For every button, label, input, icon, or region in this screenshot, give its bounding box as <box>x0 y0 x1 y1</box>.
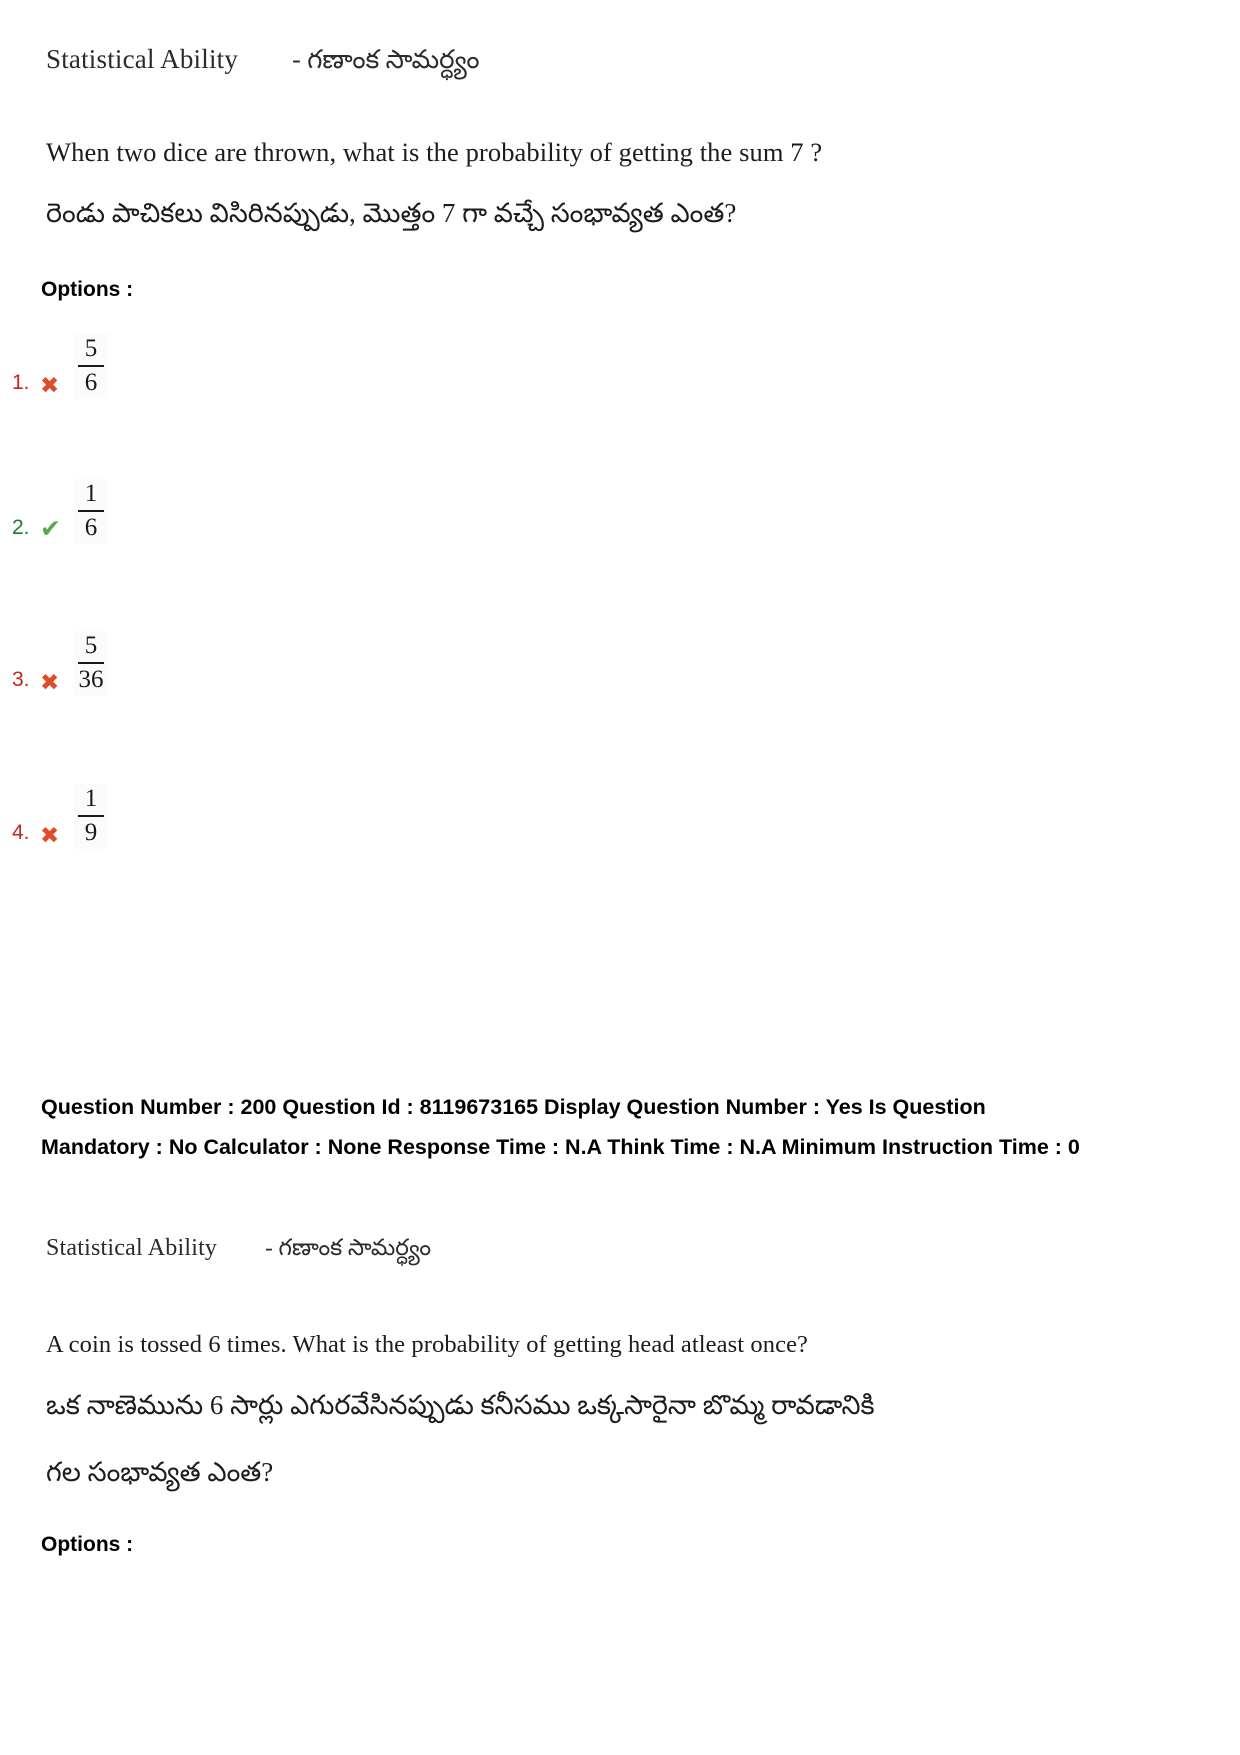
check-icon: ✔ <box>40 515 61 543</box>
question1-subject-english: Statistical Ability <box>46 44 239 74</box>
fraction-denominator: 9 <box>84 819 98 847</box>
question1-subject-telugu: - గణాంక సామర్ధ్యం <box>292 45 480 74</box>
fraction-denominator: 6 <box>84 514 98 542</box>
fraction-numerator: 5 <box>84 631 98 659</box>
question1-options-label: Options : <box>41 278 134 301</box>
question2-options-label: Options : <box>41 1533 134 1556</box>
option-index: 2. <box>12 516 30 539</box>
question1-option-1[interactable]: 1. ✖ 5 6 <box>0 333 600 399</box>
cross-icon: ✖ <box>40 822 60 848</box>
question-paper-page: Statistical Ability - గణాంక సామర్ధ్యం Wh… <box>0 0 1240 1755</box>
option-index: 3. <box>12 668 30 691</box>
question1-text-telugu: రెండు పాచికలు విసిరినప్పుడు, మొత్తం 7 గా… <box>46 198 737 228</box>
question1-option-4[interactable]: 4. ✖ 1 9 <box>0 783 600 849</box>
fraction-numerator: 1 <box>84 784 98 812</box>
fraction-bar <box>78 815 104 818</box>
cross-icon: ✖ <box>40 372 60 398</box>
question1-option-2[interactable]: 2. ✔ 1 6 <box>0 478 600 544</box>
option-value-fraction: 1 9 <box>74 783 108 849</box>
option-value-fraction: 5 36 <box>74 630 108 696</box>
option-index: 1. <box>12 371 30 394</box>
question2-text-telugu-line2: గల సంభావ్యత ఎంత? <box>46 1457 274 1487</box>
fraction-bar <box>78 662 104 665</box>
question2-subject-english: Statistical Ability <box>46 1235 218 1261</box>
fraction-denominator: 6 <box>84 369 98 397</box>
question1-text-english: When two dice are thrown, what is the pr… <box>46 137 823 167</box>
option-index: 4. <box>12 821 30 844</box>
option-value-fraction: 1 6 <box>74 478 108 544</box>
question2-text-english: A coin is tossed 6 times. What is the pr… <box>46 1331 809 1358</box>
question2-subject-header: Statistical Ability - గణాంక సామర్ధ్యం <box>46 1235 431 1267</box>
question1-metadata: Question Number : 200 Question Id : 8119… <box>41 1095 1080 1159</box>
fraction-denominator: 36 <box>78 666 104 694</box>
fraction-numerator: 5 <box>84 334 98 362</box>
question1-subject-header: Statistical Ability - గణాంక సామర్ధ్యం <box>46 44 480 81</box>
option-value-fraction: 5 6 <box>74 333 108 399</box>
cross-icon: ✖ <box>40 669 60 695</box>
fraction-bar <box>78 365 104 368</box>
question2-text-telugu-line1: ఒక నాణెమును 6 సార్లు ఎగురవేసినప్పుడు కనీ… <box>46 1390 875 1420</box>
question1-option-3[interactable]: 3. ✖ 5 36 <box>0 630 600 696</box>
fraction-numerator: 1 <box>84 479 98 507</box>
fraction-bar <box>78 510 104 513</box>
question2-subject-telugu: - గణాంక సామర్ధ్యం <box>265 1235 432 1260</box>
